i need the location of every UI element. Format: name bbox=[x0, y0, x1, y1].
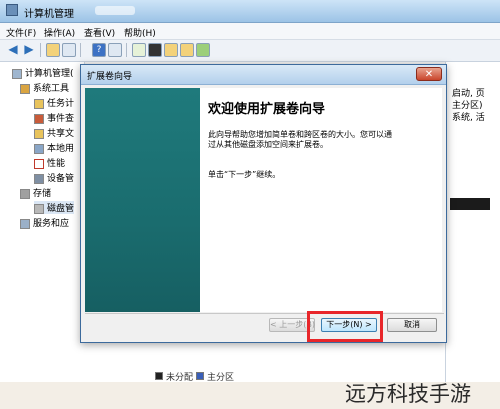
menu-file[interactable]: 文件(F) bbox=[6, 26, 36, 39]
tree-item-task-scheduler[interactable]: 任务计 bbox=[34, 96, 74, 109]
refresh-icon[interactable] bbox=[132, 43, 146, 57]
show-tree-icon[interactable] bbox=[62, 43, 76, 57]
back-arrow-icon[interactable]: ◀ bbox=[6, 43, 20, 57]
open-folder-icon[interactable] bbox=[164, 43, 178, 57]
close-icon[interactable]: ✕ bbox=[416, 67, 442, 81]
toolbar-separator bbox=[126, 43, 127, 57]
toolbar-separator bbox=[80, 43, 81, 57]
volume-list-panel: 启动, 页 主分区) 系统, 活 bbox=[445, 62, 500, 382]
menu-view[interactable]: 查看(V) bbox=[84, 26, 115, 39]
tree-item-device-manager[interactable]: 设备管 bbox=[34, 171, 74, 184]
volume-status-text: 系统, 活 bbox=[452, 113, 485, 123]
tree-item-disk-management[interactable]: 磁盘管 bbox=[34, 201, 75, 214]
device-manager-icon bbox=[34, 173, 44, 184]
tree-item-system-tools[interactable]: 系统工具 bbox=[20, 81, 69, 94]
window-title: 计算机管理 bbox=[24, 9, 74, 20]
legend-primary-label: 主分区 bbox=[207, 373, 235, 383]
wizard-heading: 欢迎使用扩展卷向导 bbox=[208, 102, 326, 117]
wizard-description: 过从其他磁盘添加空间来扩展卷。 bbox=[208, 140, 328, 149]
storage-icon bbox=[20, 188, 30, 199]
cancel-button[interactable]: 取消 bbox=[387, 318, 437, 332]
dialog-divider bbox=[85, 313, 444, 314]
dialog-titlebar: 扩展卷向导 ✕ bbox=[81, 65, 446, 85]
tree-item-performance[interactable]: 性能 bbox=[34, 156, 65, 169]
title-blur-area bbox=[95, 6, 135, 15]
toolbar: ◀ ▶ ? bbox=[0, 40, 500, 62]
menu-help[interactable]: 帮助(H) bbox=[124, 26, 156, 39]
performance-icon bbox=[34, 158, 44, 169]
computer-management-icon bbox=[6, 4, 18, 16]
menu-action[interactable]: 操作(A) bbox=[44, 26, 75, 39]
search-folder-icon[interactable] bbox=[180, 43, 194, 57]
window-titlebar: 计算机管理 bbox=[0, 0, 500, 23]
disk-graphic-area bbox=[84, 342, 445, 382]
menu-bar: 文件(F) 操作(A) 查看(V) 帮助(H) bbox=[0, 23, 500, 40]
legend-unallocated-label: 未分配 bbox=[166, 373, 194, 383]
disk-bar[interactable] bbox=[450, 198, 490, 210]
toolbar-separator bbox=[40, 43, 41, 57]
legend-unallocated-swatch bbox=[155, 372, 163, 380]
legend-primary-swatch bbox=[196, 372, 204, 380]
disk-management-icon bbox=[34, 203, 44, 214]
forward-arrow-icon[interactable]: ▶ bbox=[22, 43, 36, 57]
tree-item-storage[interactable]: 存储 bbox=[20, 186, 51, 199]
wizard-banner bbox=[85, 88, 200, 312]
dialog-title: 扩展卷向导 bbox=[87, 72, 133, 82]
settings-icon[interactable] bbox=[196, 43, 210, 57]
tree-item-shared-folders[interactable]: 共享文 bbox=[34, 126, 74, 139]
disk-icon[interactable] bbox=[148, 43, 162, 57]
next-button-highlight bbox=[307, 311, 383, 342]
properties-icon[interactable] bbox=[108, 43, 122, 57]
wizard-description: 此向导帮助您增加简单卷和跨区卷的大小。您可以通 bbox=[208, 130, 392, 139]
computer-icon bbox=[12, 68, 22, 79]
wizard-instruction: 单击“下一步”继续。 bbox=[208, 170, 281, 179]
wizard-content: 欢迎使用扩展卷向导 此向导帮助您增加简单卷和跨区卷的大小。您可以通 过从其他磁盘… bbox=[200, 88, 442, 312]
folder-up-icon[interactable] bbox=[46, 43, 60, 57]
event-viewer-icon bbox=[34, 113, 44, 124]
users-icon bbox=[34, 143, 44, 154]
clock-icon bbox=[34, 98, 44, 109]
tree-item-computer-management[interactable]: 计算机管理( bbox=[12, 66, 74, 79]
navigation-tree: 计算机管理( 系统工具 任务计 事件查 共享文 本地用 性能 设备管 存储 磁盘… bbox=[0, 62, 85, 382]
watermark-text: 远方科技手游 bbox=[345, 382, 471, 406]
extend-volume-wizard: 扩展卷向导 ✕ 欢迎使用扩展卷向导 此向导帮助您增加简单卷和跨区卷的大小。您可以… bbox=[80, 64, 447, 343]
tree-item-event-viewer[interactable]: 事件查 bbox=[34, 111, 74, 124]
tree-item-services-apps[interactable]: 服务和应 bbox=[20, 216, 69, 229]
tree-item-local-users[interactable]: 本地用 bbox=[34, 141, 74, 154]
help-icon[interactable]: ? bbox=[92, 43, 106, 57]
tools-icon bbox=[20, 83, 30, 94]
services-icon bbox=[20, 218, 30, 229]
shared-folder-icon bbox=[34, 128, 44, 139]
